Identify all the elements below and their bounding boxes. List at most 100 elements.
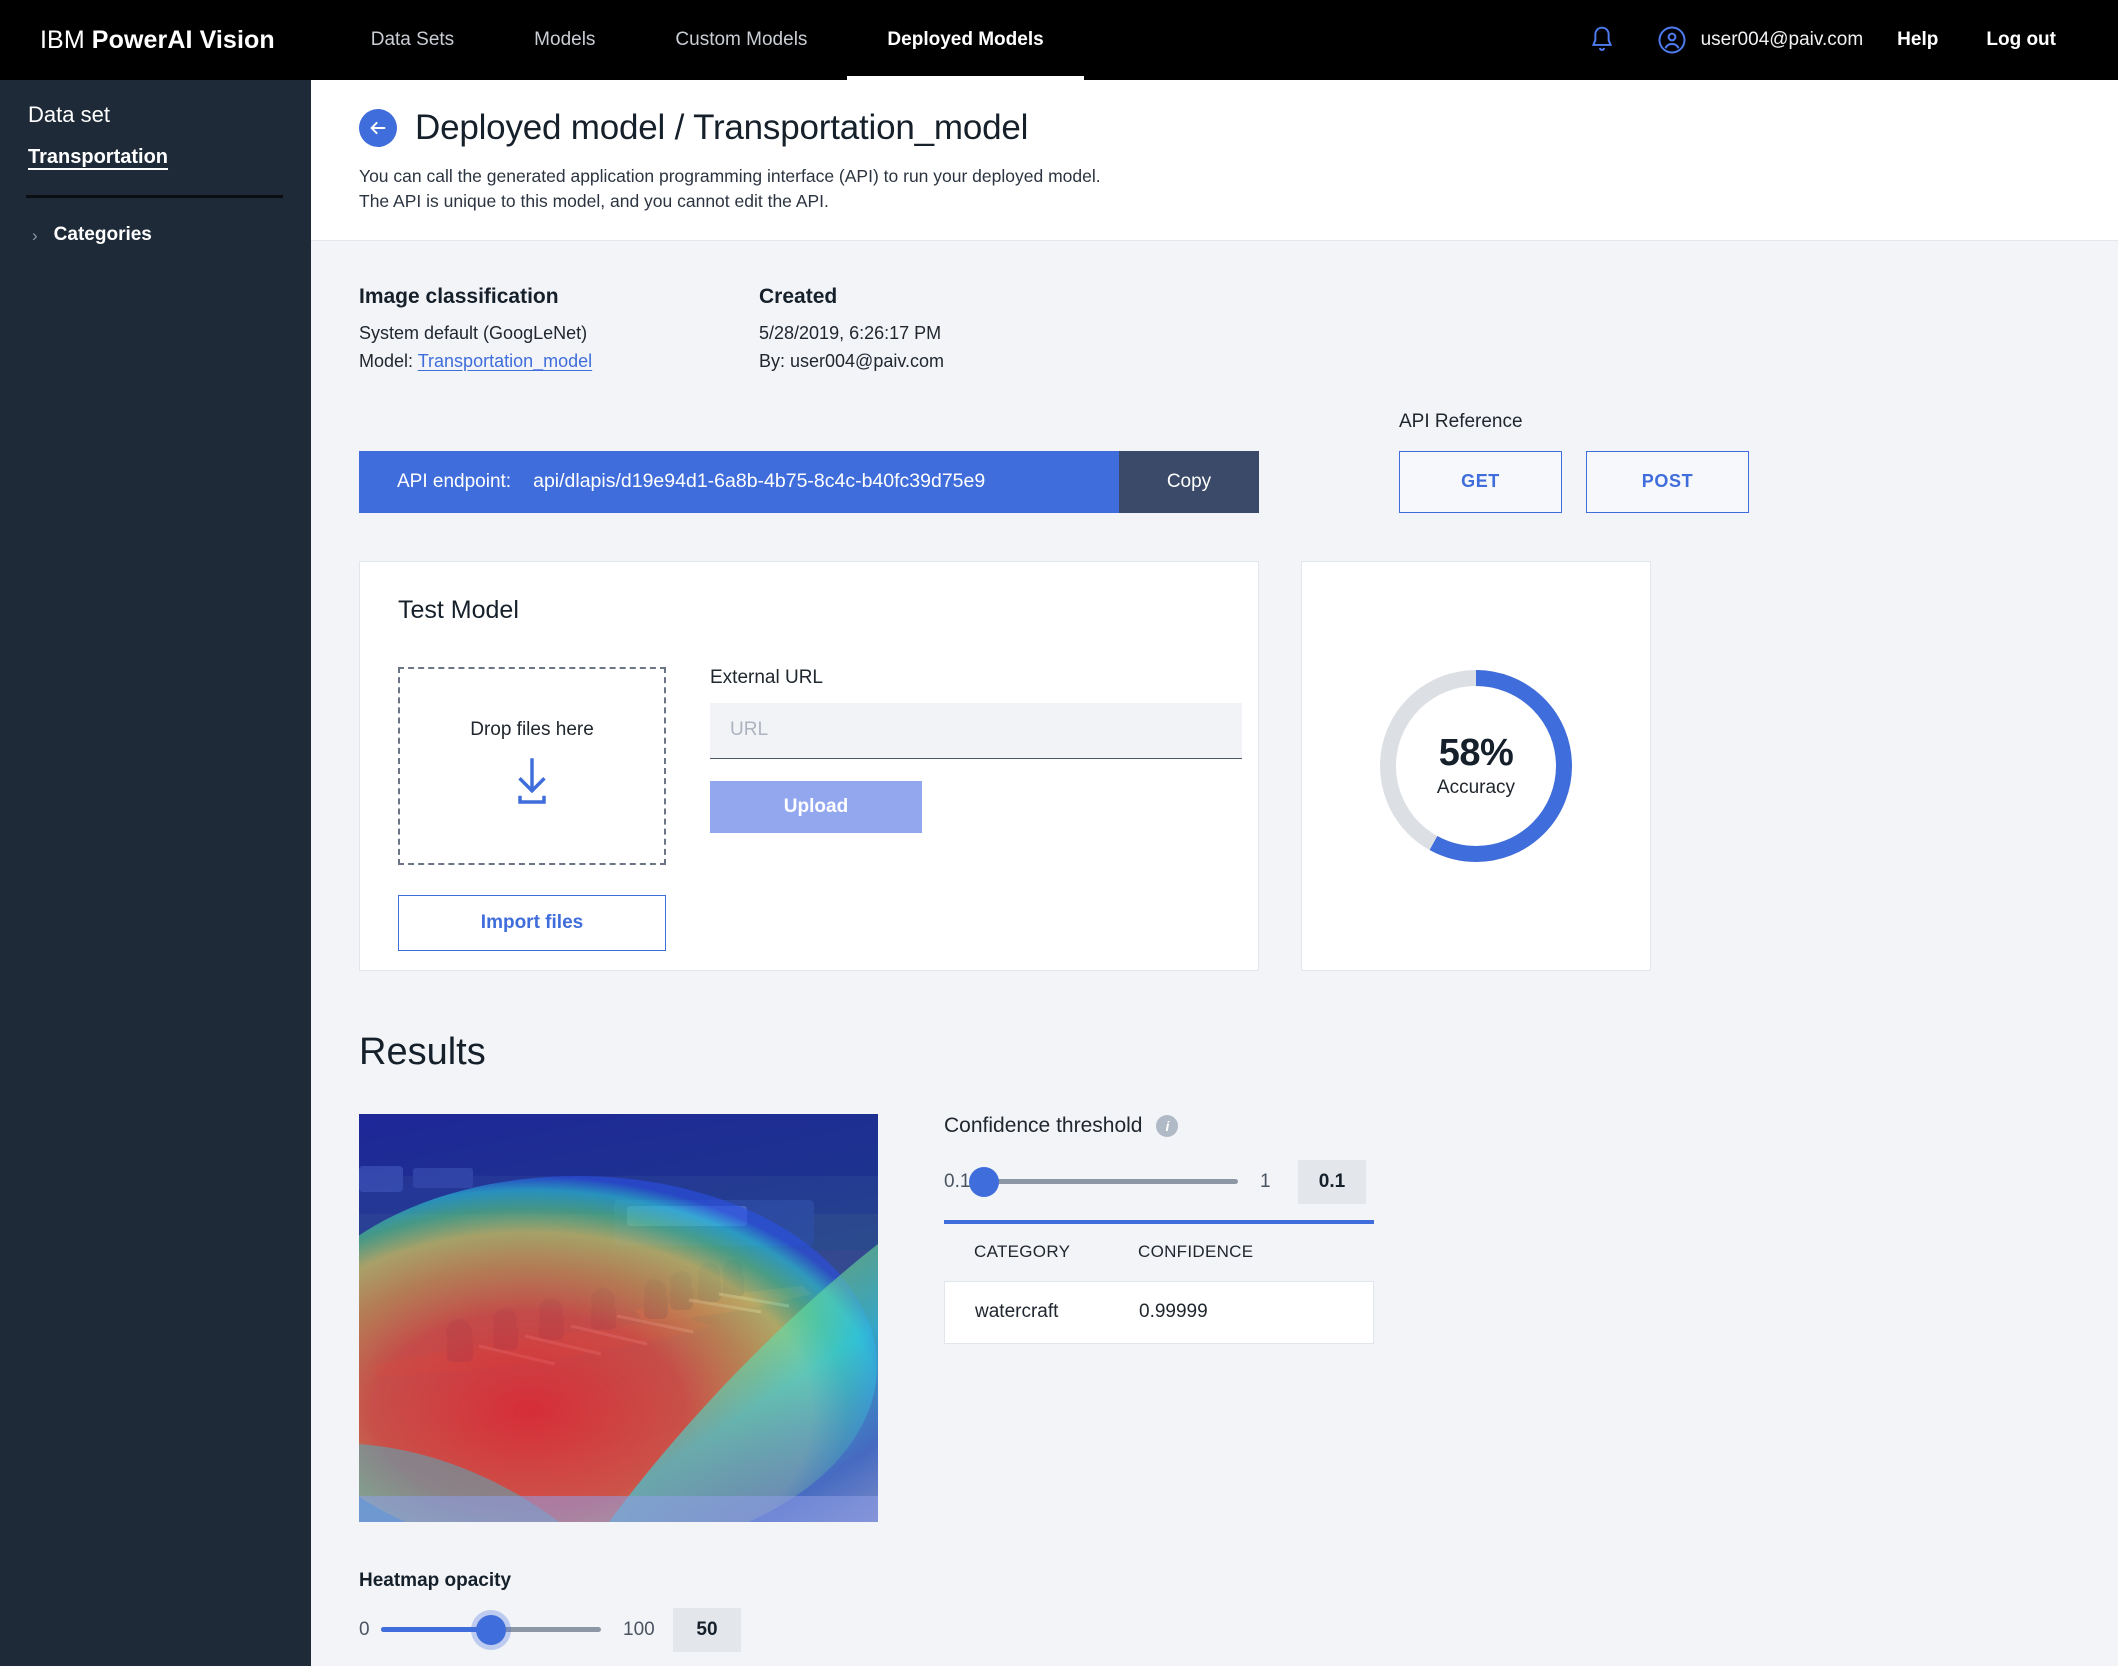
user-email-label: user004@paiv.com <box>1700 29 1864 50</box>
api-reference-block: API Reference GET POST <box>1399 411 1749 513</box>
nav-item-deployed-models[interactable]: Deployed Models <box>847 0 1084 80</box>
import-files-button[interactable]: Import files <box>398 894 666 951</box>
test-model-card: Test Model Drop files here Import files … <box>359 560 1259 971</box>
dropzone-label: Drop files here <box>470 719 594 741</box>
back-arrow-icon[interactable] <box>359 109 397 147</box>
accuracy-card: 58% Accuracy <box>1301 560 1651 971</box>
page-title: Deployed model / Transportation_model <box>415 108 1029 147</box>
opacity-slider-row: 0 100 50 <box>359 1607 2070 1652</box>
get-button[interactable]: GET <box>1399 450 1562 513</box>
sidebar-item-label: Categories <box>53 224 152 245</box>
confidence-value-box[interactable]: 0.1 <box>1298 1159 1366 1204</box>
opacity-slider-thumb[interactable] <box>476 1614 506 1645</box>
chevron-right-icon: › <box>32 225 38 245</box>
model-meta-row: Image classification System default (Goo… <box>359 285 2070 375</box>
confidence-column: Confidence threshold i 0.1 1 0.1 CATEGOR… <box>944 1114 1374 1522</box>
api-endpoint-text: API endpoint: api/dlapis/d19e94d1-6a8b-4… <box>359 451 1119 513</box>
heatmap-canvas <box>359 1113 878 1522</box>
confidence-header: Confidence threshold i <box>944 1114 1374 1138</box>
main-content: Deployed model / Transportation_model Yo… <box>311 80 2118 1666</box>
external-url-label: External URL <box>710 666 823 688</box>
accuracy-center-text: 58% Accuracy <box>1374 664 1578 868</box>
sidebar-heading: Data set <box>28 102 110 127</box>
dropzone-column: Drop files here Import files <box>398 666 666 951</box>
api-reference-buttons: GET POST <box>1399 450 1749 513</box>
cell-category: watercraft <box>975 1301 1059 1323</box>
nav-item-models[interactable]: Models <box>494 0 635 80</box>
created-block: Created 5/28/2019, 6:26:17 PM By: user00… <box>759 285 944 375</box>
opacity-slider-fill <box>381 1627 491 1633</box>
external-url-input[interactable] <box>710 702 1242 759</box>
api-endpoint-zone: API endpoint: api/dlapis/d19e94d1-6a8b-4… <box>359 411 2070 513</box>
accuracy-label: Accuracy <box>1436 777 1516 799</box>
created-date: 5/28/2019, 6:26:17 PM <box>759 322 942 343</box>
opacity-slider-min: 0 <box>359 1618 370 1640</box>
confidence-table: CATEGORY CONFIDENCE watercraft 0.99999 <box>944 1219 1374 1344</box>
classification-subtitle: System default (GoogLeNet) <box>359 322 588 343</box>
accuracy-donut: 58% Accuracy <box>1374 664 1578 868</box>
accuracy-percent: 58% <box>1438 732 1514 775</box>
download-arrow-icon <box>508 755 556 812</box>
upload-button[interactable]: Upload <box>710 780 922 833</box>
api-endpoint-value: api/dlapis/d19e94d1-6a8b-4b75-8c4c-b40fc… <box>533 470 986 493</box>
page-description-line2: The API is unique to this model, and you… <box>359 190 829 211</box>
page-description: You can call the generated application p… <box>359 164 2118 214</box>
external-url-column: External URL Upload <box>710 667 1242 951</box>
created-by: By: user004@paiv.com <box>759 350 945 371</box>
brand-logo[interactable]: IBM PowerAI Vision <box>40 26 275 55</box>
created-heading: Created <box>759 284 838 308</box>
confidence-slider-max: 1 <box>1260 1170 1271 1192</box>
heatmap-image[interactable] <box>359 1113 878 1522</box>
cards-row: Test Model Drop files here Import files … <box>359 560 2070 971</box>
table-row[interactable]: watercraft 0.99999 <box>944 1281 1374 1344</box>
cell-confidence: 0.99999 <box>1139 1301 1208 1323</box>
opacity-value-box[interactable]: 50 <box>673 1607 741 1652</box>
model-prefix-label: Model: <box>359 350 414 371</box>
test-model-title: Test Model <box>398 595 519 624</box>
brand-product-text: PowerAI Vision <box>91 25 275 54</box>
help-button[interactable]: Help <box>1873 29 1962 51</box>
nav-item-custom-models[interactable]: Custom Models <box>635 0 847 80</box>
top-navigation-bar: IBM PowerAI Vision Data Sets Models Cust… <box>0 0 2118 80</box>
results-row: Confidence threshold i 0.1 1 0.1 CATEGOR… <box>359 1113 2070 1522</box>
page-header: Deployed model / Transportation_model Yo… <box>311 80 2118 241</box>
page-title-row: Deployed model / Transportation_model <box>359 108 2118 148</box>
bell-icon[interactable] <box>1565 24 1639 56</box>
sidebar-dataset-link[interactable]: Transportation <box>0 146 168 173</box>
model-line: Model: Transportation_model <box>359 347 759 375</box>
brand-ibm-text: IBM <box>40 25 85 54</box>
confidence-threshold-label: Confidence threshold <box>944 1113 1143 1137</box>
nav-right-cluster: user004@paiv.com Help Log out <box>1565 24 2118 56</box>
copy-button[interactable]: Copy <box>1119 450 1259 513</box>
opacity-slider[interactable] <box>381 1614 601 1645</box>
api-reference-label: API Reference <box>1399 410 1523 432</box>
user-account[interactable]: user004@paiv.com <box>1639 25 1874 55</box>
column-header-category: CATEGORY <box>974 1242 1071 1262</box>
confidence-slider[interactable] <box>969 1166 1238 1197</box>
sidebar: Data set Transportation › Categories <box>0 80 311 1666</box>
api-endpoint-label: API endpoint: <box>397 470 512 492</box>
model-name-link[interactable]: Transportation_model <box>418 351 592 371</box>
page-description-line1: You can call the generated application p… <box>359 166 1101 186</box>
post-button[interactable]: POST <box>1586 450 1749 513</box>
info-icon[interactable]: i <box>1156 1114 1179 1137</box>
sidebar-item-categories[interactable]: › Categories <box>0 198 311 246</box>
test-model-body: Drop files here Import files External UR… <box>398 666 1242 951</box>
logout-button[interactable]: Log out <box>1962 29 2080 51</box>
confidence-slider-track <box>984 1179 1238 1185</box>
results-heading: Results <box>359 1030 486 1073</box>
classification-block: Image classification System default (Goo… <box>359 285 759 375</box>
body-area: Image classification System default (Goo… <box>311 241 2118 1666</box>
heatmap-opacity-label: Heatmap opacity <box>359 1569 512 1591</box>
table-header-row: CATEGORY CONFIDENCE <box>944 1223 1374 1282</box>
confidence-slider-thumb[interactable] <box>969 1166 999 1197</box>
heatmap-opacity-block: Heatmap opacity 0 100 50 Download heatma… <box>359 1570 2070 1666</box>
opacity-slider-max: 100 <box>623 1618 655 1640</box>
user-avatar-icon <box>1658 26 1686 54</box>
file-dropzone[interactable]: Drop files here <box>398 666 666 865</box>
confidence-slider-row: 0.1 1 0.1 <box>944 1159 1374 1204</box>
primary-nav-links: Data Sets Models Custom Models Deployed … <box>331 0 1084 80</box>
column-header-confidence: CONFIDENCE <box>1138 1242 1254 1262</box>
nav-item-data-sets[interactable]: Data Sets <box>331 0 494 80</box>
classification-heading: Image classification <box>359 284 559 308</box>
